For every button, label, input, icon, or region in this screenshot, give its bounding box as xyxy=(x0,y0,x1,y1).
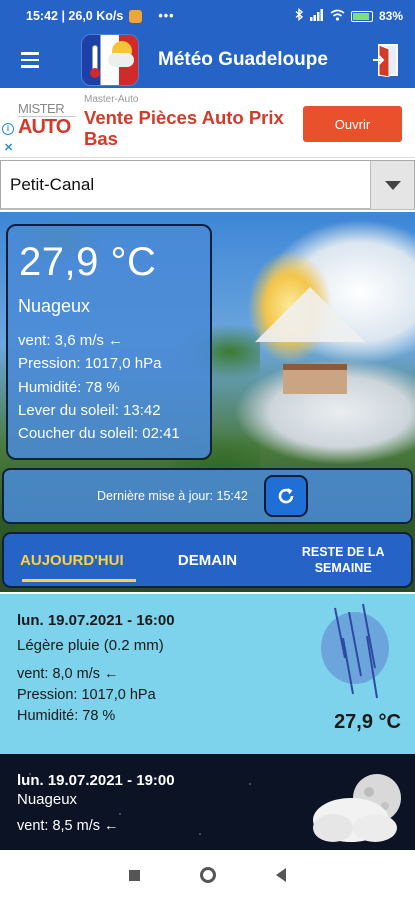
wifi-icon xyxy=(330,9,345,24)
app-title: Météo Guadeloupe xyxy=(158,49,328,70)
battery-level: 83% xyxy=(378,9,403,23)
forecast-item: lun. 19.07.2021 - 19:00 Nuageux vent: 8,… xyxy=(0,754,415,850)
ad-close-icon[interactable]: ✕ xyxy=(4,141,13,154)
location-dropdown[interactable]: Petit-Canal xyxy=(0,160,415,210)
status-bar: 15:42 | 26,0 Ko/s ••• 83% xyxy=(0,0,415,32)
tab-tomorrow[interactable]: DEMAIN xyxy=(140,534,276,586)
bluetooth-icon xyxy=(295,8,304,24)
back-icon[interactable] xyxy=(276,868,286,882)
selected-location: Petit-Canal xyxy=(10,174,95,194)
chevron-down-icon[interactable] xyxy=(370,161,414,209)
current-sunset: Coucher du soleil: 02:41 xyxy=(18,425,180,443)
last-update-text: Dernière mise à jour: 15:42 xyxy=(97,489,248,503)
ad-info-icon[interactable]: i xyxy=(2,123,14,135)
ad-headline[interactable]: Vente Pièces Auto Prix Bas xyxy=(84,107,299,149)
ad-brand: Master-Auto xyxy=(84,94,139,105)
app-logo xyxy=(82,35,138,85)
signal-icon xyxy=(309,8,324,24)
ad-banner[interactable]: i ✕ MISTER AUTO Master-Auto Vente Pièces… xyxy=(0,88,415,158)
tab-today[interactable]: AUJOURD'HUI xyxy=(4,534,140,586)
rain-icon xyxy=(315,598,393,702)
status-time: 15:42 | 26,0 Ko/s xyxy=(26,9,124,23)
last-update-bar: Dernière mise à jour: 15:42 xyxy=(2,468,413,524)
notification-app-icon xyxy=(129,9,143,23)
menu-icon[interactable] xyxy=(8,32,52,88)
forecast-tabs: AUJOURD'HUI DEMAIN RESTE DE LA SEMAINE xyxy=(2,532,413,588)
tab-rest-of-week[interactable]: RESTE DE LA SEMAINE xyxy=(275,534,411,586)
cloud-moon-icon xyxy=(309,768,409,846)
current-condition: Nuageux xyxy=(18,296,91,316)
current-pressure: Pression: 1017,0 hPa xyxy=(18,355,162,373)
forecast-item: lun. 19.07.2021 - 16:00 Légère pluie (0.… xyxy=(0,594,415,754)
current-humidity: Humidité: 78 % xyxy=(18,378,120,396)
ad-logo: MISTER AUTO xyxy=(18,102,76,146)
home-icon[interactable] xyxy=(200,867,216,883)
current-sunrise: Lever du soleil: 13:42 xyxy=(18,401,161,419)
ad-open-button[interactable]: Ouvrir xyxy=(303,106,402,142)
recents-icon[interactable] xyxy=(129,869,140,881)
current-wind: vent: 3,6 m/s ← xyxy=(18,332,124,349)
battery-icon xyxy=(350,10,373,22)
exit-icon[interactable] xyxy=(373,43,401,78)
more-notifications-icon: ••• xyxy=(158,9,175,23)
refresh-button[interactable] xyxy=(263,475,308,517)
app-bar: Météo Guadeloupe xyxy=(0,32,415,88)
refresh-icon xyxy=(278,488,294,504)
system-navigation-bar xyxy=(0,850,415,900)
forecast-temperature: 27,9 °C xyxy=(334,711,401,733)
current-temperature: 27,9 °C xyxy=(19,240,157,284)
current-weather-card: 27,9 °C Nuageux vent: 3,6 m/s ← Pression… xyxy=(6,224,212,460)
